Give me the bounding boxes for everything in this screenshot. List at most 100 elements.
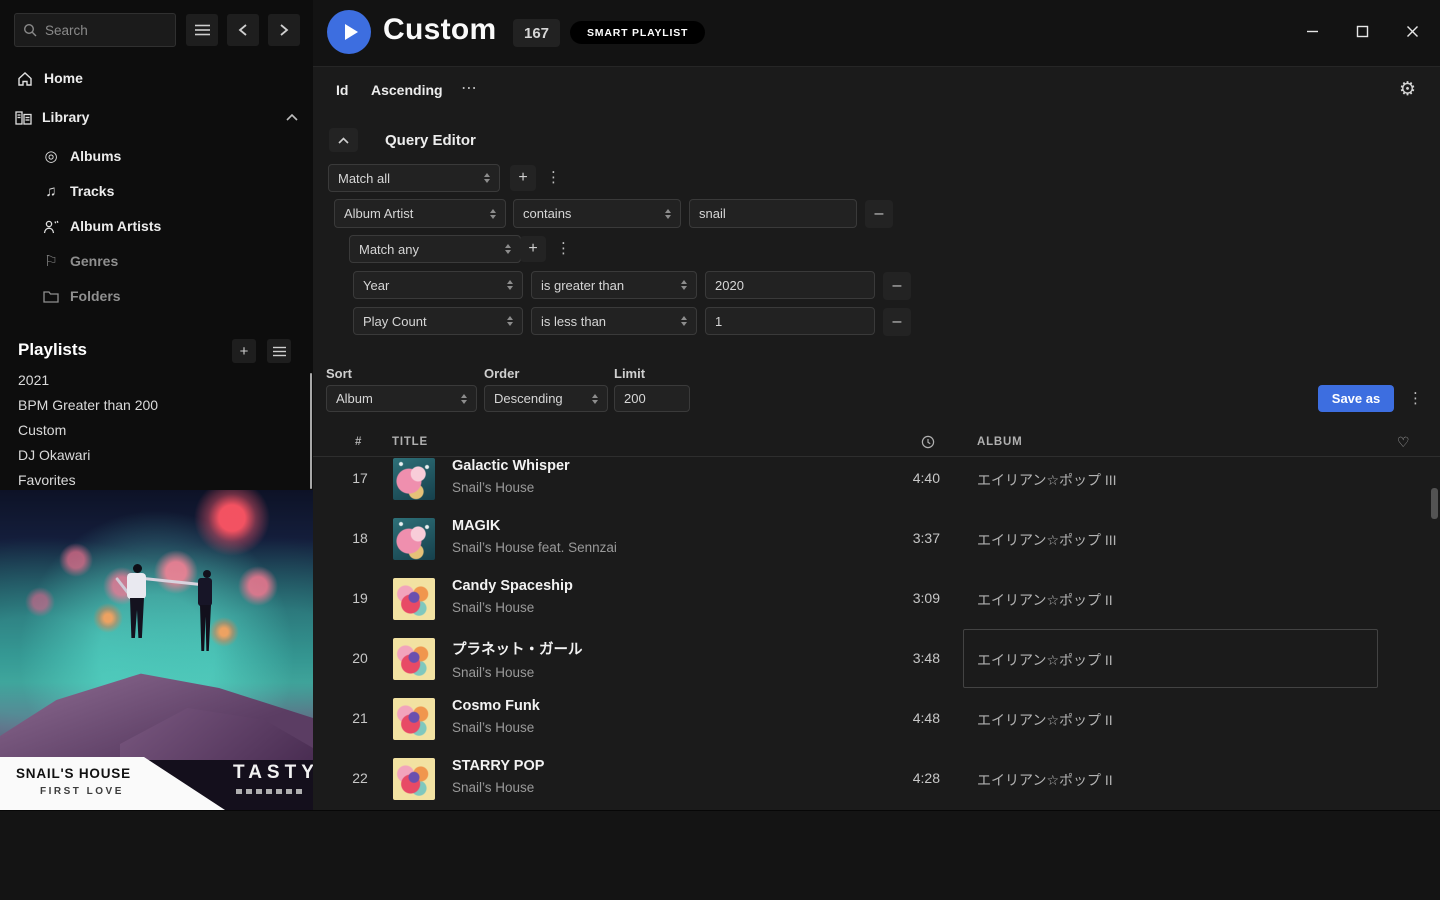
sidebar-item-label: Home	[44, 70, 83, 86]
track-artist: Snail’s House	[452, 665, 583, 680]
select-value: Match any	[359, 242, 419, 257]
save-options-icon[interactable]: ⋮	[1408, 389, 1423, 407]
sidebar-item-album-artists[interactable]: Album Artists	[42, 215, 161, 237]
playlist-item[interactable]: Favorites	[18, 472, 76, 490]
track-artist: Snail’s House	[452, 780, 544, 795]
artwork-detail	[142, 577, 202, 586]
collapse-query-editor-button[interactable]	[329, 128, 358, 152]
condition-value-input[interactable]	[689, 199, 857, 228]
condition-operator-select[interactable]: is greater than	[531, 271, 697, 299]
duration-clock-icon[interactable]	[921, 435, 935, 449]
favorite-heart-icon[interactable]: ♡	[1397, 434, 1410, 451]
playlist-item[interactable]: DJ Okawari	[18, 447, 90, 465]
save-as-button[interactable]: Save as	[1318, 385, 1394, 412]
sort-select[interactable]: Album	[326, 385, 477, 412]
limit-input[interactable]	[614, 385, 690, 412]
table-header: # TITLE ALBUM ♡	[313, 429, 1440, 457]
sidebar-item-label: Library	[42, 109, 89, 125]
column-album[interactable]: ALBUM	[977, 436, 1023, 448]
track-duration: 4:40	[868, 470, 940, 486]
playlist-item[interactable]: BPM Greater than 200	[18, 397, 158, 415]
folder-icon	[42, 290, 60, 303]
play-playlist-button[interactable]	[327, 10, 371, 54]
sidebar-item-tracks[interactable]: ♫ Tracks	[42, 180, 114, 202]
order-select[interactable]: Descending	[484, 385, 608, 412]
add-condition-button[interactable]: +	[520, 236, 546, 262]
sidebar-item-genres[interactable]: ⚐ Genres	[42, 250, 118, 272]
sidebar-item-library[interactable]: Library	[14, 106, 298, 128]
player-bar: First Love ⋮ Snail’s House First Love 0:…	[0, 810, 1440, 900]
main-pane: Custom 167 SMART PLAYLIST Id Ascending ⋯…	[313, 0, 1440, 810]
track-title: Cosmo Funk	[452, 698, 540, 714]
track-duration: 4:28	[868, 770, 940, 786]
table-row[interactable]: 20 プラネット・ガールSnail’s House 3:48 エイリアン☆ポップ…	[313, 629, 1440, 689]
condition-operator-select[interactable]: contains	[513, 199, 681, 228]
playlists-heading: Playlists	[18, 340, 87, 360]
album-art-thumb	[393, 758, 435, 800]
table-row[interactable]: 21 Cosmo FunkSnail’s House 4:48 エイリアン☆ポッ…	[313, 689, 1440, 749]
table-row[interactable]: 18 MAGIKSnail’s House feat. Sennzai 3:37…	[313, 509, 1440, 569]
search-box[interactable]	[14, 13, 176, 47]
search-input[interactable]	[43, 22, 167, 39]
maximize-button[interactable]	[1348, 17, 1376, 45]
app-window: Home Library ◎ Albums ♫ Tracks Album Art…	[0, 0, 1440, 900]
menu-button[interactable]	[186, 14, 218, 46]
condition-field-select[interactable]: Play Count	[353, 307, 523, 335]
more-options-icon[interactable]: ⋯	[461, 78, 478, 98]
group-options-icon[interactable]: ⋮	[556, 239, 571, 257]
column-title[interactable]: TITLE	[392, 436, 428, 448]
sort-label: Sort	[326, 366, 352, 381]
condition-operator-select[interactable]: is less than	[531, 307, 697, 335]
condition-field-select[interactable]: Album Artist	[334, 199, 506, 228]
match-group-select[interactable]: Match any	[349, 235, 521, 263]
condition-value-input[interactable]	[705, 307, 875, 335]
nav-forward-button[interactable]	[268, 14, 300, 46]
remove-condition-button[interactable]: –	[883, 308, 911, 336]
track-title: Galactic Whisper	[452, 458, 570, 474]
sidebar-item-home[interactable]: Home	[16, 67, 83, 89]
column-number[interactable]: #	[355, 436, 362, 448]
table-row[interactable]: 17 Galactic WhisperSnail’s House 4:40 エイ…	[313, 457, 1440, 509]
add-condition-button[interactable]: +	[510, 165, 536, 191]
content-area: Id Ascending ⋯ ⚙ Query Editor Match all …	[313, 68, 1440, 810]
chevron-up-icon[interactable]	[286, 114, 298, 121]
page-title: Custom	[383, 13, 496, 47]
order-label: Order	[484, 366, 519, 381]
artwork-label-subtext	[236, 789, 306, 794]
track-list: 17 Galactic WhisperSnail’s House 4:40 エイ…	[313, 457, 1440, 810]
playlist-list-button[interactable]	[267, 339, 291, 363]
track-album: エイリアン☆ポップ III	[977, 470, 1117, 490]
album-art-thumb	[393, 578, 435, 620]
remove-condition-button[interactable]: –	[883, 272, 911, 300]
minimize-button[interactable]	[1298, 17, 1326, 45]
sidebar-scrollbar[interactable]	[310, 373, 312, 489]
playlist-item[interactable]: Custom	[18, 422, 66, 440]
sort-direction-button[interactable]: Ascending	[371, 82, 443, 98]
condition-value-input[interactable]	[705, 271, 875, 299]
track-title: STARRY POP	[452, 758, 544, 774]
match-group-select[interactable]: Match all	[328, 164, 500, 192]
spinner-icon	[507, 316, 513, 326]
sort-field-button[interactable]: Id	[336, 82, 348, 98]
gear-icon[interactable]: ⚙	[1399, 78, 1416, 101]
track-artist: Snail’s House	[452, 480, 570, 495]
close-button[interactable]	[1398, 17, 1426, 45]
sidebar-item-folders[interactable]: Folders	[42, 285, 121, 307]
group-options-icon[interactable]: ⋮	[546, 168, 561, 186]
artwork-album-text: FIRST LOVE	[40, 786, 124, 797]
track-number: 20	[347, 650, 373, 666]
sidebar-item-label: Album Artists	[70, 218, 161, 234]
nav-back-button[interactable]	[227, 14, 259, 46]
select-value: is less than	[541, 314, 606, 329]
smart-playlist-badge: SMART PLAYLIST	[570, 21, 705, 44]
sidebar-item-albums[interactable]: ◎ Albums	[42, 145, 121, 167]
playlist-item[interactable]: 2021	[18, 372, 49, 390]
remove-condition-button[interactable]: –	[865, 200, 893, 228]
condition-field-select[interactable]: Year	[353, 271, 523, 299]
add-playlist-button[interactable]: +	[232, 339, 256, 363]
artwork-label-logo: TASTY	[233, 762, 313, 784]
table-scrollbar[interactable]	[1431, 488, 1438, 519]
table-row[interactable]: 22 STARRY POPSnail’s House 4:28 エイリアン☆ポッ…	[313, 749, 1440, 809]
album-art-thumb	[393, 518, 435, 560]
table-row[interactable]: 19 Candy SpaceshipSnail’s House 3:09 エイリ…	[313, 569, 1440, 629]
